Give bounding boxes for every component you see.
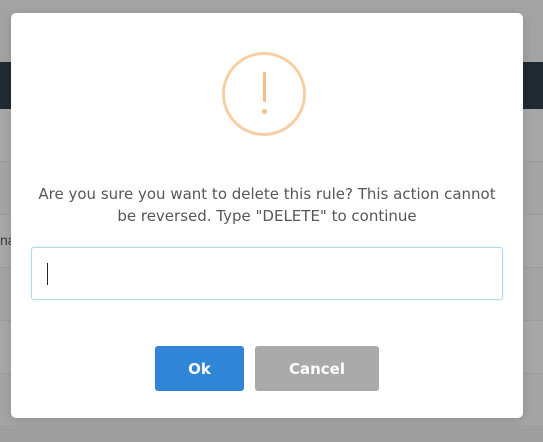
delete-confirmation-dialog: Are you sure you want to delete this rul… [11,13,523,418]
warning-icon [222,52,306,136]
dialog-message: Are you sure you want to delete this rul… [38,185,496,225]
text-caret [47,263,48,285]
ok-button[interactable]: Ok [155,346,244,391]
warning-icon-bar [263,72,266,102]
background-footer [0,428,543,442]
delete-confirmation-input[interactable] [31,247,503,300]
cancel-button[interactable]: Cancel [255,346,379,391]
page: na Are you sure you want to delete this … [0,0,543,442]
warning-icon-dot [262,109,267,114]
